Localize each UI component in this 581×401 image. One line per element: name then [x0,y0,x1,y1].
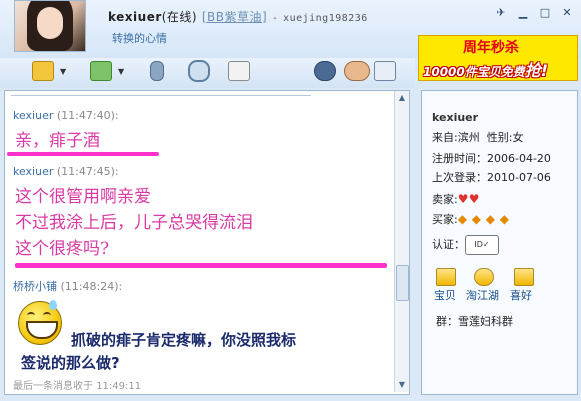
profile-last-login: 上次登录：2010-07-06 [432,171,551,184]
diamond-icon: ◆ [499,212,509,226]
close-icon[interactable]: ✕ [559,6,575,20]
apps-icon [374,61,396,81]
link-likes[interactable]: 喜好 [510,287,532,303]
avatar[interactable] [14,0,86,52]
link-community[interactable]: 淘江湖 [466,287,499,303]
favorites-icon[interactable] [514,268,534,286]
voice-button[interactable] [150,60,164,82]
seller-rating[interactable]: 卖家:♥♥ [432,191,480,207]
message-text: 这个很疼吗? [15,239,110,259]
promo-banner[interactable]: 周年秒杀 10000件宝贝免费抢! [418,35,578,81]
envelope-icon [228,61,250,81]
scroll-thumb[interactable] [396,265,409,301]
shop-link[interactable]: [BB紫草油] [202,10,267,24]
highlight-stroke [15,263,387,268]
message-header: 桥桥小铺 (11:48:24): [13,280,123,293]
chat-scrollbar[interactable]: ▲ ▼ [394,91,409,392]
chat-history[interactable]: kexiuer (11:47:40): 亲，痱子酒 kexiuer (11:47… [4,90,410,395]
chat-toolbar: ▼ ▼ [0,58,415,88]
shop-icon[interactable] [436,268,456,286]
pin-icon[interactable]: ✈ [493,6,509,20]
promo-title: 周年秒杀 [463,40,519,56]
message-text: 亲，痱子酒 [15,131,100,151]
promo-subtitle: 10000件宝贝免费抢! [423,61,549,80]
group-button[interactable] [344,60,370,82]
laughing-emoji-icon [18,300,62,345]
heart-icon: ♥ [468,192,480,206]
message-text: 不过我涂上后，儿子总哭得流泪 [15,213,253,233]
apps-button[interactable] [374,60,396,82]
email-button[interactable] [228,60,250,82]
verification[interactable]: 认证： ID✓ [432,235,499,255]
id-card-icon[interactable]: ID✓ [465,235,499,255]
mood-text[interactable]: 转换的心情 [112,30,167,46]
police-icon [314,61,336,81]
profile-location: 来自:滨州 性别:女 [432,131,524,144]
minimize-icon[interactable]: ▁ [515,6,531,20]
window-controls: ✈ ▁ □ ✕ [493,6,575,20]
last-message-info: 最后一条消息收于 11:49:11 [13,381,142,392]
scroll-down-icon[interactable]: ▼ [395,378,409,392]
maximize-icon[interactable]: □ [537,6,553,20]
send-file-icon [90,61,112,81]
chevron-down-icon[interactable]: ▼ [118,67,124,76]
scroll-up-icon[interactable]: ▲ [395,91,409,105]
police-button[interactable] [314,60,336,82]
chevron-down-icon[interactable]: ▼ [60,67,66,76]
link-items[interactable]: 宝贝 [434,287,456,303]
diamond-icon: ◆ [457,212,467,226]
diamond-icon: ◆ [485,212,495,226]
contact-profile-panel: kexiuer 来自:滨州 性别:女 注册时间：2006-04-20 上次登录：… [421,90,578,395]
diamond-icon: ◆ [471,212,481,226]
microphone-icon [150,61,164,81]
buyer-rating[interactable]: 买家:◆ ◆ ◆ ◆ [432,211,514,227]
divider [11,95,311,96]
people-icon [344,61,370,81]
community-icon[interactable] [474,268,494,286]
profile-username: kexiuer [432,111,479,124]
message-header: kexiuer (11:47:45): [13,165,119,178]
heart-icon: ♥ [457,192,469,206]
message-text: 这个很管用啊亲爱 [15,187,151,207]
profile-group[interactable]: 群：雪莲妇科群 [436,313,513,329]
reply-message: 抓破的痱子肯定疼嘛，你没照我标 签说的那么做? [21,331,297,372]
nickname: kexiuer [108,10,162,24]
webcam-icon [188,60,210,82]
highlight-stroke [7,152,159,156]
font-button[interactable]: ▼ [32,60,66,82]
font-icon [32,61,54,81]
contact-header: kexiuer(在线) [BB紫草油] - xuejing198236 [108,10,368,24]
message-header: kexiuer (11:47:40): [13,109,119,122]
video-button[interactable] [188,60,210,82]
send-file-button[interactable]: ▼ [90,60,124,82]
profile-registered: 注册时间：2006-04-20 [432,152,551,165]
online-status: (在线) [161,10,198,24]
account-id: xuejing198236 [283,13,368,24]
